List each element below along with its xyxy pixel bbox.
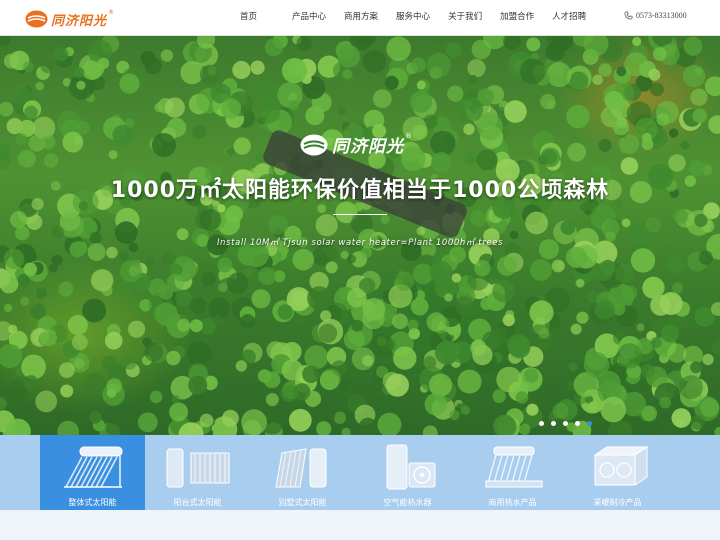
site-header: 同济阳光 ® 首页 产品中心 商用方案 服务中心 关于我们 加盟合作 人才招聘 … — [0, 0, 720, 36]
product-tab-balcony-solar[interactable]: 阳台式太阳能 — [145, 435, 250, 510]
product-tab-commercial[interactable]: 商用热水产品 — [460, 435, 565, 510]
product-label: 商用热水产品 — [488, 498, 537, 507]
slider-dot[interactable] — [587, 421, 592, 426]
product-label: 阳台式太阳能 — [173, 498, 222, 507]
product-tab-heating-cooling[interactable]: 采暖制冷产品 — [565, 435, 670, 510]
integrated-solar-heater-icon — [64, 446, 123, 488]
balcony-solar-heater-icon — [166, 448, 230, 488]
banner-headline: 1000万㎡太阳能环保价值相当于1000公顷森林 — [110, 178, 610, 203]
product-label: 整体式太阳能 — [68, 498, 117, 507]
nav-item-products[interactable]: 产品中心 — [283, 0, 335, 36]
product-tab-air-source[interactable]: 空气能热水器 — [355, 435, 460, 510]
commercial-hot-water-icon — [485, 446, 543, 488]
slider-dots — [539, 421, 599, 426]
sun-logo-icon — [25, 10, 48, 28]
main-nav: 首页 产品中心 商用方案 服务中心 关于我们 加盟合作 人才招聘 — [227, 0, 595, 36]
site-logo[interactable]: 同济阳光 ® — [25, 9, 114, 29]
nav-item-about[interactable]: 关于我们 — [439, 0, 491, 36]
phone-number: 0573-83313000 — [636, 11, 687, 20]
product-tab-villa-solar[interactable]: 别墅式太阳能 — [250, 435, 355, 510]
product-tab-integrated-solar[interactable]: 整体式太阳能 — [40, 435, 145, 510]
nav-item-careers[interactable]: 人才招聘 — [543, 0, 595, 36]
nav-item-home[interactable]: 首页 — [227, 0, 283, 36]
hero-banner[interactable]: 同济阳光 ® 1000万㎡太阳能环保价值相当于1000公顷森林 Install … — [0, 36, 720, 435]
villa-solar-heater-icon — [275, 448, 327, 488]
logo-text: 同济阳光 — [51, 13, 108, 29]
product-tabs: 整体式太阳能 阳台式太阳能 别墅式太阳能 空气能热水器 商用热水产品 采暖制冷产… — [0, 435, 720, 510]
air-source-heater-icon — [386, 444, 436, 490]
heating-cooling-unit-icon — [593, 446, 649, 486]
banner-subline: Install 10M㎡ Tjsun solar water heater=Pl… — [216, 238, 504, 248]
registered-mark: ® — [405, 132, 412, 140]
nav-item-service[interactable]: 服务中心 — [387, 0, 439, 36]
phone-contact[interactable]: 0573-83313000 — [624, 11, 687, 20]
page-bottom-strip — [0, 510, 720, 540]
slider-dot[interactable] — [551, 421, 556, 426]
nav-item-franchise[interactable]: 加盟合作 — [491, 0, 543, 36]
banner-logo: 同济阳光 ® — [300, 132, 412, 157]
slider-dot[interactable] — [539, 421, 544, 426]
nav-item-commercial[interactable]: 商用方案 — [335, 0, 387, 36]
product-label: 空气能热水器 — [383, 498, 432, 507]
slider-dot[interactable] — [563, 421, 568, 426]
phone-icon — [624, 11, 633, 20]
banner-logo-text: 同济阳光 — [332, 137, 404, 157]
registered-mark: ® — [108, 9, 115, 16]
product-label: 别墅式太阳能 — [278, 498, 327, 507]
sun-logo-icon — [300, 134, 328, 155]
banner-divider — [333, 214, 387, 215]
slider-dot[interactable] — [575, 421, 580, 426]
product-label: 采暖制冷产品 — [593, 498, 642, 507]
